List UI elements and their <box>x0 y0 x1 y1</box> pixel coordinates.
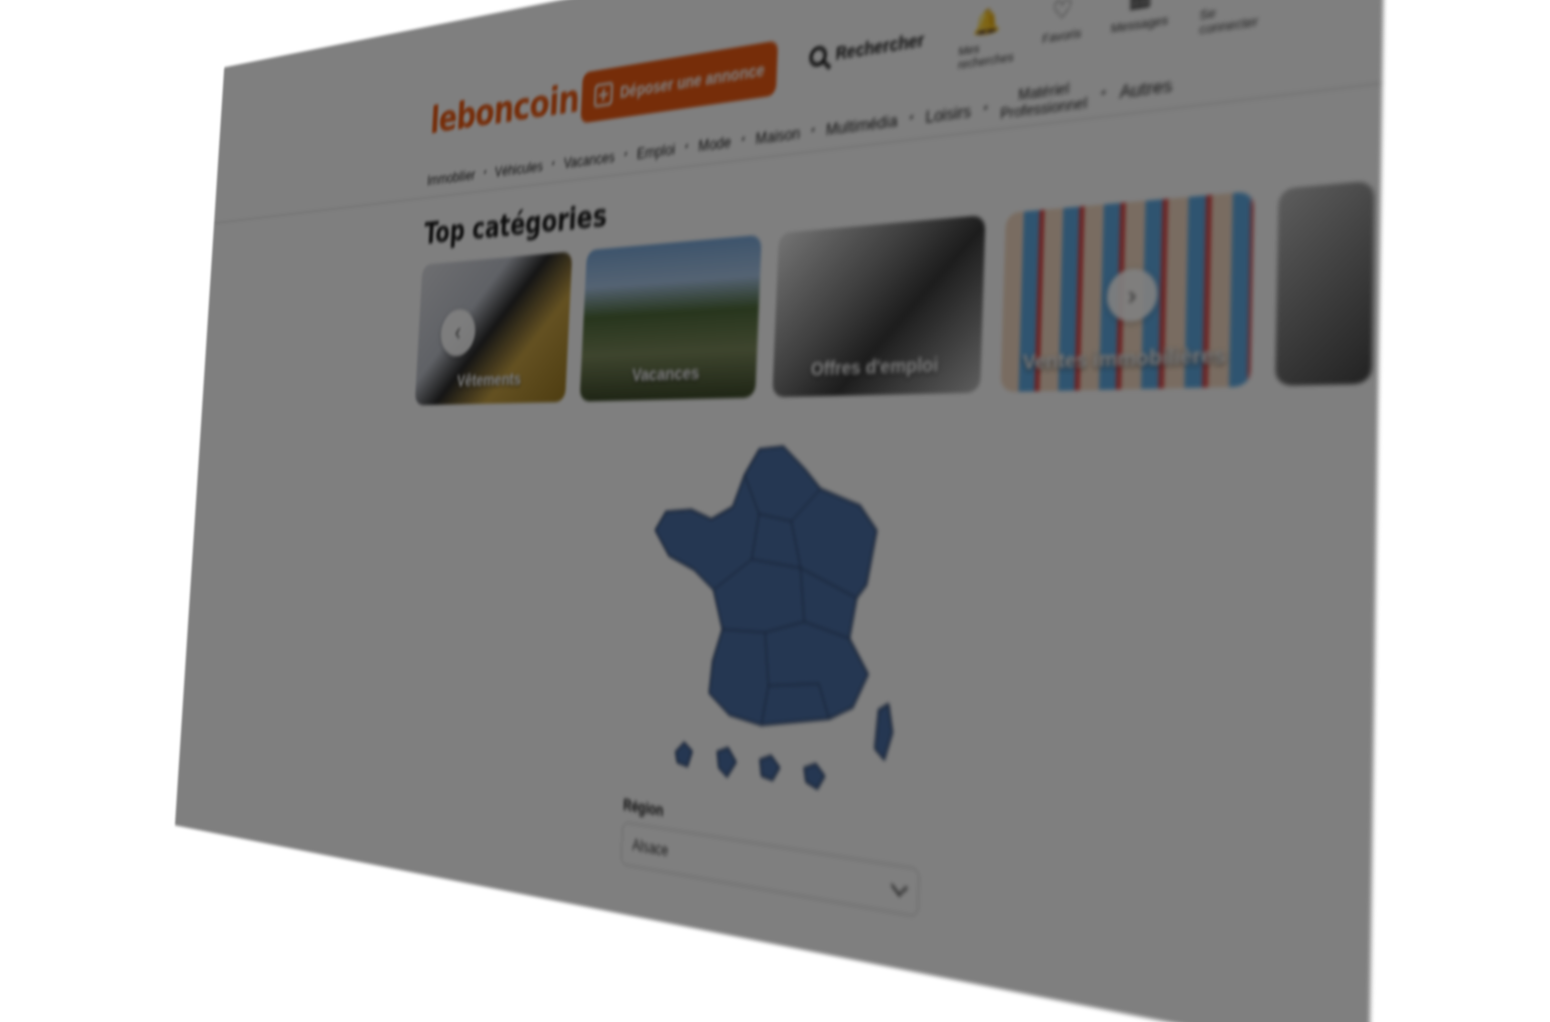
category-card-partial[interactable] <box>1275 180 1375 386</box>
heart-icon: ♡ <box>1051 0 1074 26</box>
nav-item-emploi[interactable]: Emploi <box>636 139 675 162</box>
browser-screen: leboncoin Déposer une annonce Rechercher… <box>174 0 1386 1022</box>
map-overseas-2 <box>716 746 736 777</box>
nav-item-loisirs[interactable]: Loisirs <box>925 100 971 126</box>
map-overseas-4 <box>804 762 825 789</box>
quick-link-login[interactable]: ☻ Se connecter <box>1199 0 1259 37</box>
quick-links: 🔔 Mes recherches ♡ Favoris ▦ Messages <box>958 0 1259 72</box>
nav-item-immobilier[interactable]: Immobilier <box>427 165 476 188</box>
logo[interactable]: leboncoin <box>429 76 580 144</box>
nav-item-autres[interactable]: Autres <box>1119 74 1172 102</box>
nav-item-mode[interactable]: Mode <box>698 132 732 155</box>
search-button[interactable]: Rechercher <box>808 29 925 68</box>
category-card-label: Offres d'emploi <box>810 353 939 381</box>
nav-separator: • <box>483 166 487 179</box>
category-card-label: Ventes immobilières <box>1022 342 1227 375</box>
nav-separator: • <box>684 139 689 154</box>
search-label: Rechercher <box>835 29 925 64</box>
france-map-svg <box>625 435 922 812</box>
nav-item-maison[interactable]: Maison <box>755 123 800 148</box>
map-overseas-1 <box>675 741 692 766</box>
quick-link-favorites[interactable]: ♡ Favoris <box>1042 0 1083 60</box>
region-selected-value: Alsace <box>631 835 669 860</box>
category-card-offres-emploi[interactable]: Offres d'emploi <box>772 214 986 398</box>
nav-separator: • <box>741 132 746 147</box>
category-card-vetements[interactable]: Vêtements <box>414 251 573 406</box>
nav-item-multimedia[interactable]: Multimédia <box>826 110 898 139</box>
quick-link-label: Favoris <box>1042 26 1082 46</box>
chevron-left-icon: ‹ <box>454 317 462 347</box>
france-map[interactable] <box>625 435 922 812</box>
nav-separator: • <box>1100 85 1107 102</box>
plus-square-icon <box>593 81 614 108</box>
message-icon: ▦ <box>1126 0 1155 14</box>
stage: leboncoin Déposer une annonce Rechercher… <box>0 0 1550 1022</box>
search-icon <box>808 44 828 68</box>
category-card-label: Vacances <box>631 362 700 386</box>
quick-link-messages[interactable]: ▦ Messages <box>1110 0 1169 50</box>
category-card-vacances[interactable]: Vacances <box>579 234 762 402</box>
nav-item-materiel-professionnel[interactable]: Matériel Professionnel <box>1000 78 1088 123</box>
quick-link-label: Mes recherches <box>957 41 1014 72</box>
nav-item-vehicules[interactable]: Véhicules <box>494 157 543 180</box>
chevron-right-icon: › <box>1127 279 1137 310</box>
quick-link-label: Se connecter <box>1199 5 1259 38</box>
region-field: Région Alsace <box>620 796 920 918</box>
nav-separator: • <box>623 147 628 162</box>
nav-separator: • <box>551 157 556 171</box>
nav-item-vacances[interactable]: Vacances <box>563 147 615 171</box>
quick-link-my-searches[interactable]: 🔔 Mes recherches <box>958 4 1015 72</box>
page: leboncoin Déposer une annonce Rechercher… <box>175 0 1386 1022</box>
post-ad-label: Déposer une annonce <box>619 59 765 102</box>
chevron-down-icon <box>890 876 909 897</box>
bell-icon: 🔔 <box>972 5 1002 38</box>
nav-separator: • <box>810 123 816 138</box>
post-ad-button[interactable]: Déposer une annonce <box>580 40 779 124</box>
quick-link-label: Messages <box>1110 12 1169 36</box>
map-corsica <box>875 703 894 761</box>
nav-separator: • <box>983 100 989 117</box>
map-overseas-3 <box>759 754 780 781</box>
nav-separator: • <box>909 110 914 126</box>
category-card-label: Vêtements <box>456 369 522 391</box>
